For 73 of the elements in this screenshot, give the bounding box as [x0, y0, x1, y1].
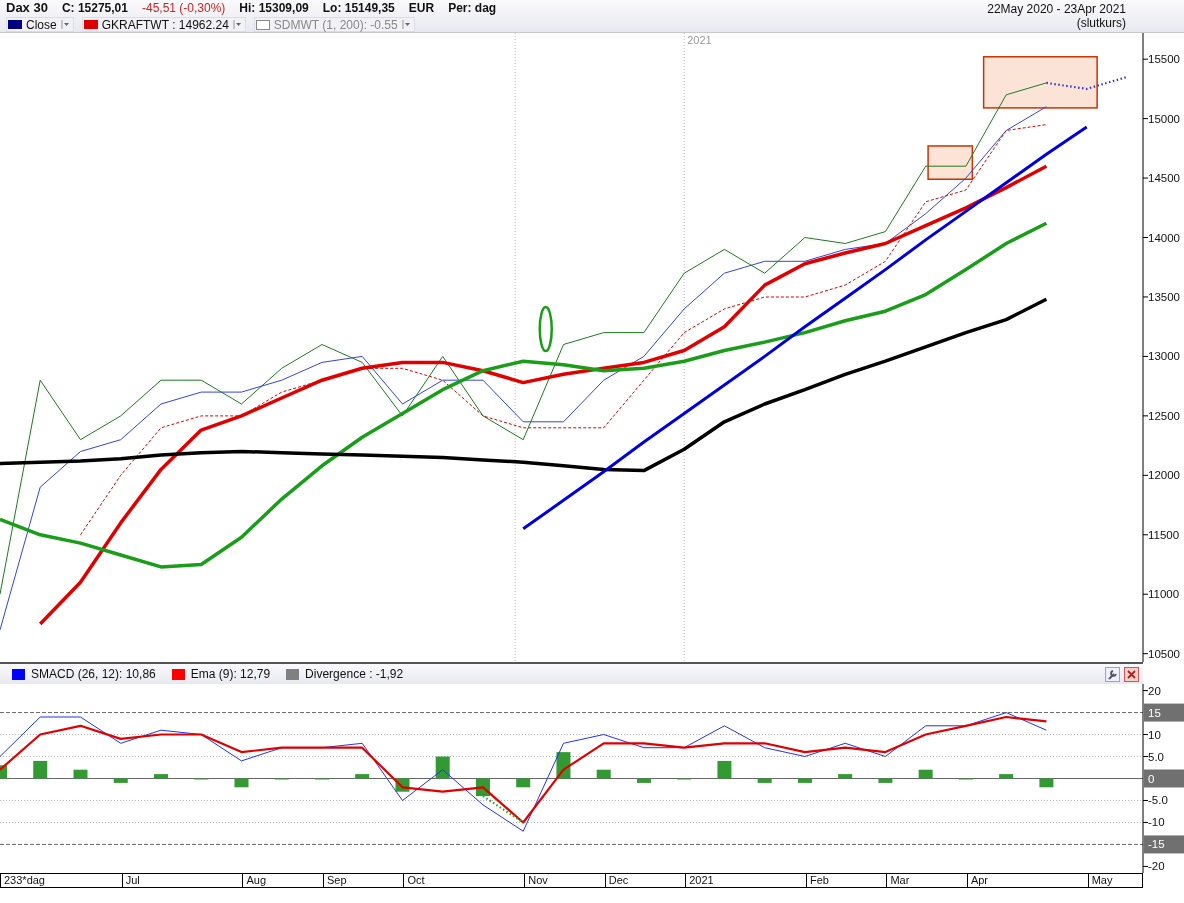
high-price: Hi: 15309,09	[239, 1, 309, 15]
symbol-title: Dax 30	[6, 0, 48, 15]
legend-label: Divergence : -1,92	[305, 667, 404, 681]
histogram-bar	[73, 769, 88, 779]
axis-label: Nov	[524, 874, 548, 887]
date-range: 22May 2020 - 23Apr 2021	[987, 2, 1126, 16]
level-tag	[1144, 769, 1184, 788]
axis-label: Mar	[886, 874, 910, 887]
axis-label: Sep	[322, 874, 347, 887]
axis-label: -5.0	[1148, 794, 1168, 807]
axis-label: 12000	[1148, 469, 1180, 482]
axis-label: Dec	[604, 874, 629, 887]
close-price: C: 15275,01	[61, 1, 128, 15]
axis-label: 10500	[1148, 647, 1180, 660]
histogram-bar	[838, 774, 853, 779]
axis-label: Feb	[805, 874, 829, 887]
histogram-bar	[0, 765, 7, 779]
axis-label: -10	[1148, 816, 1165, 829]
period: Per: dag	[448, 1, 497, 15]
histogram-bar	[355, 774, 370, 779]
level-tag	[1144, 835, 1184, 854]
axis-label: 13500	[1148, 290, 1180, 303]
histogram-bar	[154, 774, 168, 779]
axis-label: 10	[1148, 728, 1161, 741]
period-label: 233*dag	[4, 874, 45, 887]
axis-label: -20	[1148, 860, 1165, 873]
legend-swatch	[255, 19, 270, 30]
axis-label: 15000	[1148, 112, 1180, 125]
axis-label: 15	[1148, 706, 1161, 719]
histogram-bar	[999, 774, 1014, 779]
axis-label: -15	[1148, 838, 1165, 851]
currency: EUR	[408, 1, 435, 15]
price-change: -45,51 (-0,30%)	[141, 1, 226, 15]
legend-label: SMACD (26, 12): 10,86	[31, 667, 156, 681]
histogram-bar	[596, 769, 611, 779]
axis-label: 2021	[685, 874, 714, 887]
highlight-ellipse	[538, 305, 553, 353]
level-tag	[1144, 703, 1184, 722]
histogram-bar	[918, 769, 933, 779]
axis-label: Aug	[242, 874, 267, 887]
settings-icon[interactable]	[1105, 666, 1120, 682]
low-price: Lo: 15149,35	[322, 1, 395, 15]
price-type: (slutkurs)	[1076, 16, 1126, 30]
axis-label: 14000	[1148, 231, 1180, 244]
histogram-bar	[113, 778, 128, 783]
axis-label: 12500	[1148, 409, 1180, 422]
axis-label: 15500	[1148, 53, 1180, 66]
axis-label: Jul	[121, 874, 140, 887]
caret-icon[interactable]	[60, 20, 70, 29]
legend-label: Ema (9): 12,79	[190, 667, 271, 681]
highlight-box	[927, 145, 974, 180]
histogram-bar	[878, 778, 893, 783]
axis-label: 13000	[1148, 350, 1180, 363]
histogram-bar	[234, 778, 249, 788]
histogram-bar	[757, 778, 772, 783]
histogram-bar	[1039, 778, 1054, 788]
histogram-bar	[636, 778, 651, 783]
histogram-bar	[797, 778, 812, 783]
axis-label: 14500	[1148, 172, 1180, 185]
legend-item[interactable]: Close	[6, 17, 74, 32]
legend-item[interactable]: GKRAFTWT : 14962.24	[81, 17, 246, 32]
caret-icon[interactable]	[232, 20, 242, 29]
axis-label: May	[1087, 874, 1113, 887]
axis-label: Apr	[966, 874, 989, 887]
axis-label: 5.0	[1148, 750, 1164, 763]
axis-label: 20	[1148, 684, 1161, 697]
axis-label: 0	[1148, 772, 1155, 785]
axis-label: 11500	[1148, 528, 1180, 541]
year-label: 2021	[687, 34, 712, 46]
close-icon[interactable]	[1124, 666, 1139, 682]
axis-label: Oct	[403, 874, 425, 887]
axis-label: 11000	[1148, 588, 1180, 601]
histogram-bar	[516, 778, 531, 788]
